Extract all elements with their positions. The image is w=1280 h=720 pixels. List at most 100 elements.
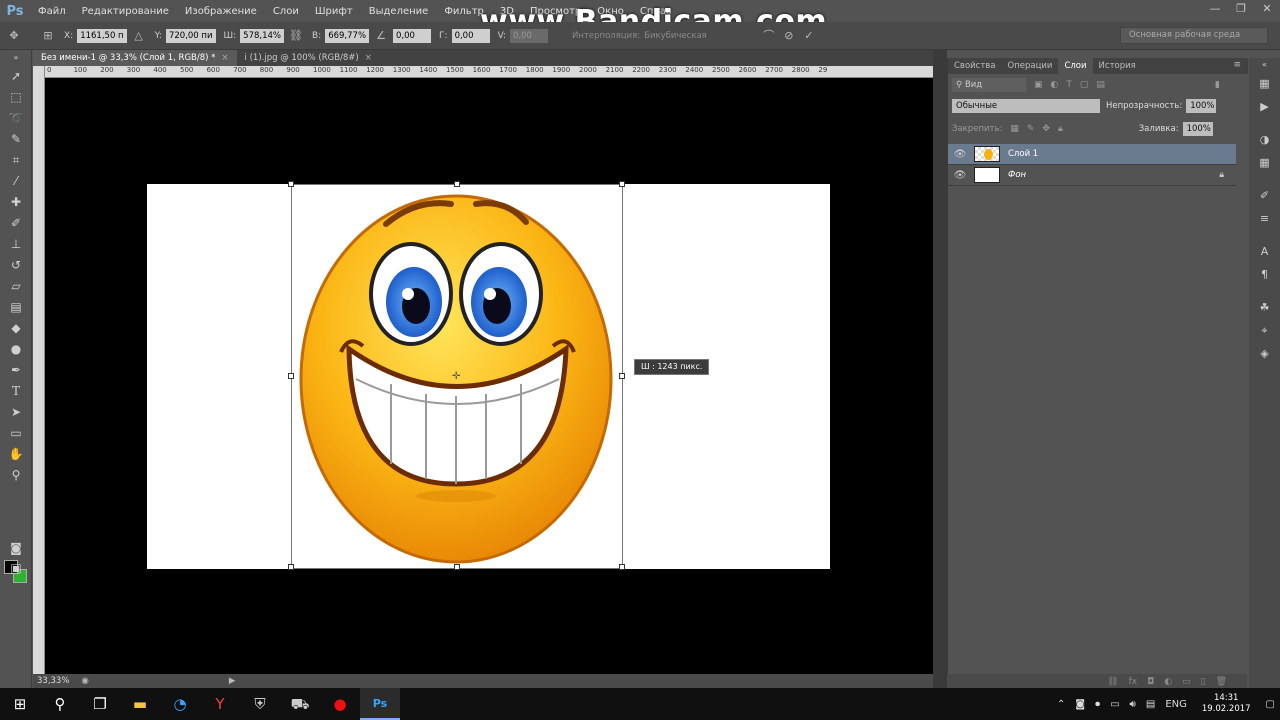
- link-icon[interactable]: ⛓: [288, 28, 304, 44]
- tray-expand-icon[interactable]: ⌃: [1052, 699, 1070, 710]
- doc-tab-jpg[interactable]: i (1).jpg @ 100% (RGB/8#) ×: [237, 50, 380, 66]
- menu-layers[interactable]: Слои: [265, 6, 307, 17]
- move-tool-icon[interactable]: ➚: [0, 66, 32, 87]
- world-of-tanks-icon[interactable]: ⛨: [240, 688, 280, 720]
- tank-app-icon[interactable]: ⛟: [280, 688, 320, 720]
- zoom-tool-icon[interactable]: ⚲: [0, 465, 32, 486]
- filter-shape-icon[interactable]: ▢: [1080, 80, 1089, 90]
- free-transform-bounding-box[interactable]: ✛: [288, 181, 625, 570]
- opacity-field[interactable]: 100%: [1186, 99, 1217, 113]
- new-group-icon[interactable]: ▭: [1182, 677, 1191, 687]
- move-tool-preset-icon[interactable]: ✥: [6, 28, 22, 44]
- collapse-strip-icon[interactable]: «: [1249, 58, 1280, 72]
- commit-transform-icon[interactable]: ✓: [801, 28, 817, 44]
- tab-history[interactable]: История: [1093, 58, 1142, 74]
- transform-handle-right[interactable]: [619, 373, 625, 379]
- transform-handle-top[interactable]: [454, 181, 460, 187]
- tray-record-icon[interactable]: ⏺: [1090, 699, 1105, 710]
- task-view-icon[interactable]: ❐: [80, 688, 120, 720]
- tab-properties[interactable]: Свойства: [948, 58, 1002, 74]
- gradient-tool-icon[interactable]: ▤: [0, 297, 32, 318]
- height-field[interactable]: 669,77%: [325, 28, 370, 43]
- 3d-panel-icon[interactable]: ◈: [1249, 342, 1280, 365]
- paragraph-panel-icon[interactable]: ¶: [1249, 263, 1280, 286]
- quick-mask-icon[interactable]: ◙: [0, 538, 32, 559]
- pen-tool-icon[interactable]: ✒: [0, 360, 32, 381]
- layer-row-layer1[interactable]: 👁︎ Слой 1: [948, 144, 1236, 165]
- filter-type-icon[interactable]: T: [1066, 80, 1072, 90]
- clone-stamp-tool-icon[interactable]: ⊥: [0, 234, 32, 255]
- hand-tool-icon[interactable]: ✋: [0, 444, 32, 465]
- crop-tool-icon[interactable]: ⌗: [0, 150, 32, 171]
- adjustment-layer-icon[interactable]: ◐: [1164, 677, 1172, 687]
- document-canvas[interactable]: ✛: [147, 181, 830, 570]
- minimize-button[interactable]: —: [1202, 0, 1228, 20]
- canvas-area[interactable]: ✛ Ш : 1243 пикс.: [45, 78, 933, 674]
- lock-position-icon[interactable]: ✥: [1042, 124, 1050, 134]
- transform-handle-bottom-right[interactable]: [619, 564, 625, 570]
- battery-icon[interactable]: ▭: [1105, 699, 1124, 710]
- warp-icon[interactable]: ⌒: [761, 28, 777, 44]
- transform-handle-bottom-left[interactable]: [288, 564, 294, 570]
- transform-handle-top-left[interactable]: [288, 181, 294, 187]
- history-brush-tool-icon[interactable]: ↺: [0, 255, 32, 276]
- eyedropper-tool-icon[interactable]: ⁄: [0, 171, 32, 192]
- link-layers-icon[interactable]: ⛓: [1107, 677, 1118, 687]
- reference-point-icon[interactable]: ⊞: [40, 28, 56, 44]
- close-tab-icon[interactable]: ×: [365, 53, 372, 63]
- network-icon[interactable]: ▤: [1141, 699, 1160, 710]
- x-field[interactable]: 1161,50 п: [77, 28, 127, 43]
- layer-row-background[interactable]: 👁︎ Фон 🔒︎: [948, 165, 1236, 186]
- app-c-icon[interactable]: ◔: [160, 688, 200, 720]
- screen-mode-icon[interactable]: ▣: [0, 558, 32, 579]
- menu-type[interactable]: Шрифт: [307, 6, 361, 17]
- lasso-tool-icon[interactable]: ➰: [0, 108, 32, 129]
- file-explorer-icon[interactable]: ▬: [120, 688, 160, 720]
- brush-tool-icon[interactable]: ✐: [0, 213, 32, 234]
- type-tool-icon[interactable]: T: [0, 381, 32, 402]
- menu-file[interactable]: Файл: [30, 6, 74, 17]
- tray-app-icon[interactable]: ◙: [1070, 699, 1090, 710]
- visibility-eye-icon[interactable]: 👁︎: [948, 149, 972, 160]
- close-button[interactable]: ✕: [1254, 0, 1280, 20]
- history-panel-icon[interactable]: ▦: [1249, 72, 1280, 95]
- width-field[interactable]: 578,14%: [240, 28, 284, 43]
- layer-name[interactable]: Слой 1: [1008, 149, 1038, 159]
- brush-panel-icon[interactable]: ✐: [1249, 184, 1280, 207]
- layer-style-icon[interactable]: fx: [1129, 677, 1138, 687]
- clock[interactable]: 14:31 19.02.2017: [1192, 693, 1261, 715]
- language-indicator[interactable]: ENG: [1160, 699, 1192, 710]
- add-mask-icon[interactable]: ◘: [1147, 677, 1154, 687]
- angle-field[interactable]: 0,00: [393, 28, 432, 43]
- transform-center-icon[interactable]: ✛: [452, 371, 460, 382]
- cancel-transform-icon[interactable]: ⊘: [781, 28, 797, 44]
- color-panel-icon[interactable]: ◑: [1249, 128, 1280, 151]
- restore-button[interactable]: ❐: [1228, 0, 1254, 20]
- transform-handle-bottom[interactable]: [454, 564, 460, 570]
- transform-handle-left[interactable]: [288, 373, 294, 379]
- volume-icon[interactable]: 🔊︎: [1125, 699, 1141, 710]
- filter-smart-icon[interactable]: ▤: [1096, 80, 1105, 90]
- actions-panel-icon[interactable]: ▶: [1249, 95, 1280, 118]
- menu-image[interactable]: Изображение: [177, 6, 265, 17]
- delete-layer-icon[interactable]: 🗑︎: [1216, 677, 1227, 687]
- search-icon[interactable]: ⚲: [40, 688, 80, 720]
- new-layer-icon[interactable]: ▯: [1201, 677, 1206, 687]
- doc-tab-untitled[interactable]: Без имени-1 @ 33,3% (Слой 1, RGB/8) * ×: [33, 50, 237, 66]
- hskew-field[interactable]: 0,00: [451, 28, 490, 43]
- y-field[interactable]: 720,00 пи: [165, 28, 216, 43]
- panel-menu-icon[interactable]: ≡: [1233, 60, 1241, 70]
- filter-adjust-icon[interactable]: ◐: [1051, 80, 1059, 90]
- tab-actions[interactable]: Операции: [1002, 58, 1059, 74]
- adjustments-panel-icon[interactable]: ≡: [1249, 207, 1280, 230]
- status-info-icon[interactable]: ◉: [81, 676, 88, 686]
- layer-lock-icon[interactable]: 🔒︎: [1219, 170, 1224, 180]
- path-select-tool-icon[interactable]: ➤: [0, 402, 32, 423]
- blend-mode-select[interactable]: Обычные: [952, 99, 1100, 113]
- zoom-level[interactable]: 33,33%: [37, 676, 69, 686]
- menu-edit[interactable]: Редактирование: [74, 6, 177, 17]
- blur-tool-icon[interactable]: ◆: [0, 318, 32, 339]
- workspace-select[interactable]: Основная рабочая среда: [1120, 27, 1268, 44]
- layer-filter-select[interactable]: ⚲ Вид: [952, 78, 1026, 92]
- transform-handle-top-right[interactable]: [619, 181, 625, 187]
